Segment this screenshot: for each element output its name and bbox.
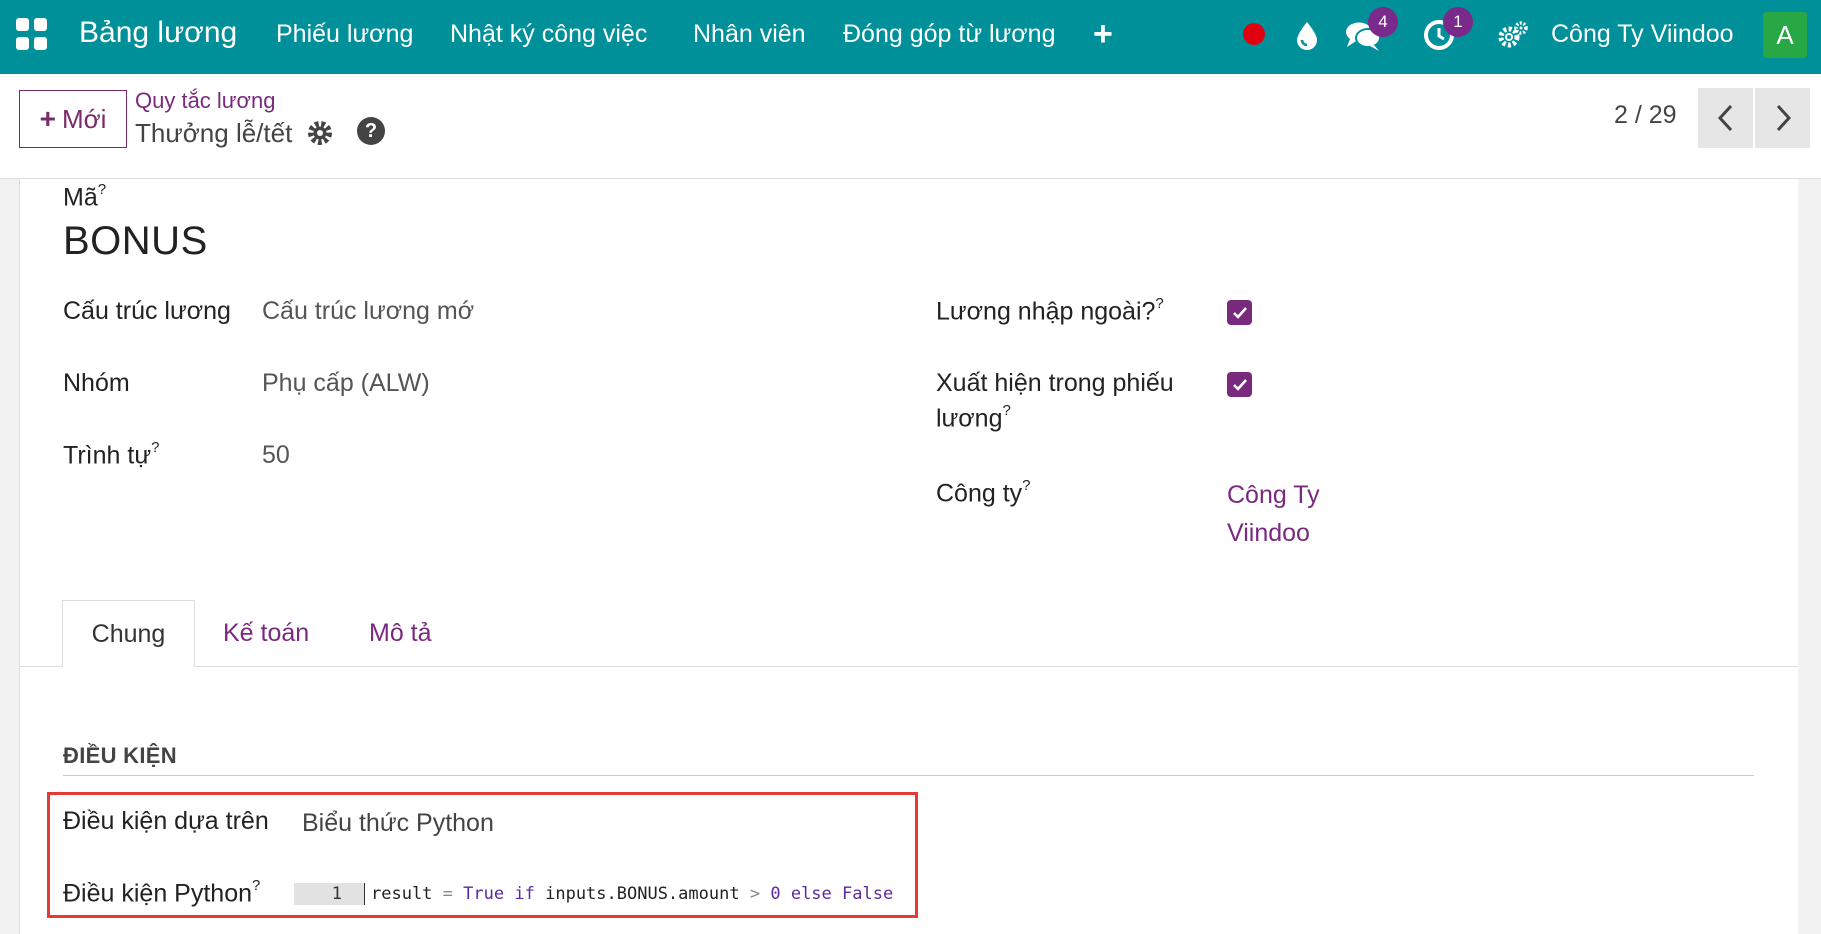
help-marker[interactable]: ? <box>1022 477 1030 494</box>
activities-count-badge: 1 <box>1443 7 1473 37</box>
new-button[interactable]: + Mới <box>19 90 127 148</box>
company-link[interactable]: Công Ty Viindoo <box>1227 476 1320 552</box>
messages-count-badge: 4 <box>1368 7 1398 37</box>
form-header-area <box>20 179 1798 666</box>
menu-item-employees[interactable]: Nhân viên <box>693 20 806 49</box>
check-icon <box>1232 378 1247 391</box>
plus-icon: + <box>39 103 56 134</box>
tab-accounting[interactable]: Kế toán <box>223 600 309 667</box>
top-navbar: Bảng lương Phiếu lương Nhật ký công việc… <box>0 0 1821 74</box>
add-menu-icon[interactable]: + <box>1093 15 1113 54</box>
form-sheet: Mã? BONUS Cấu trúc lương Cấu trúc lương … <box>19 179 1798 934</box>
help-marker[interactable]: ? <box>98 181 106 198</box>
python-condition-label: Điều kiện Python? <box>63 877 261 908</box>
line-number: 1 <box>294 883 364 905</box>
menu-item-payslips[interactable]: Phiếu lương <box>276 20 413 49</box>
pager-next-button[interactable] <box>1755 88 1810 148</box>
record-title: Thưởng lễ/tết <box>135 118 293 148</box>
drop-icon[interactable] <box>1294 20 1320 50</box>
help-marker[interactable]: ? <box>1003 402 1011 419</box>
app-title[interactable]: Bảng lương <box>79 16 237 50</box>
sequence-label: Trình tự? <box>63 439 160 470</box>
apps-menu-icon[interactable] <box>16 18 48 50</box>
condition-based-on-field[interactable]: Biểu thức Python <box>302 809 494 838</box>
recording-status-icon[interactable] <box>1243 23 1265 45</box>
category-field[interactable]: Phụ cấp (ALW) <box>262 369 430 398</box>
salary-structure-label: Cấu trúc lương <box>63 297 231 325</box>
help-marker[interactable]: ? <box>252 877 260 894</box>
user-avatar[interactable]: A <box>1763 12 1807 58</box>
breadcrumb-parent-link[interactable]: Quy tắc lương <box>135 88 275 114</box>
tab-description[interactable]: Mô tả <box>369 600 432 667</box>
help-icon[interactable]: ? <box>357 117 385 145</box>
python-code-editor[interactable]: 1 result = True if inputs.BONUS.amount >… <box>294 883 893 905</box>
chevron-left-icon <box>1717 104 1732 132</box>
control-panel: + Mới Quy tắc lương Thưởng lễ/tết ? 2 / … <box>0 74 1821 179</box>
settings-gears-icon[interactable] <box>1497 20 1529 50</box>
condition-based-on-label: Điều kiện dựa trên <box>63 807 269 835</box>
section-divider <box>63 775 1754 776</box>
conditions-section-title: ĐIỀU KIỆN <box>63 743 177 768</box>
appears-on-payslip-label: Xuất hiện trong phiếu lương? <box>936 369 1174 433</box>
pager-value[interactable]: 2 / 29 <box>1614 101 1677 130</box>
tab-general[interactable]: Chung <box>62 600 195 667</box>
code-label: Mã? <box>63 181 107 212</box>
chevron-right-icon <box>1776 104 1791 132</box>
external-input-checkbox[interactable] <box>1227 300 1252 325</box>
code-value[interactable]: BONUS <box>63 219 208 264</box>
menu-item-work-entries[interactable]: Nhật ký công việc <box>450 20 647 49</box>
help-marker[interactable]: ? <box>151 439 159 456</box>
company-label: Công ty? <box>936 477 1031 508</box>
python-code[interactable]: result = True if inputs.BONUS.amount > 0… <box>364 883 893 905</box>
salary-structure-field[interactable]: Cấu trúc lương mớ <box>262 297 474 326</box>
new-button-label: Mới <box>61 103 107 134</box>
menu-item-contributions[interactable]: Đóng góp từ lương <box>843 20 1056 49</box>
check-icon <box>1232 306 1247 319</box>
company-switcher[interactable]: Công Ty Viindoo <box>1551 20 1734 49</box>
help-marker[interactable]: ? <box>1155 295 1163 312</box>
category-label: Nhóm <box>63 369 130 397</box>
record-actions-gear-icon[interactable] <box>305 118 335 148</box>
appears-on-payslip-checkbox[interactable] <box>1227 372 1252 397</box>
external-input-label: Lương nhập ngoài?? <box>936 295 1164 326</box>
sequence-field[interactable]: 50 <box>262 441 290 470</box>
pager-previous-button[interactable] <box>1698 88 1753 148</box>
